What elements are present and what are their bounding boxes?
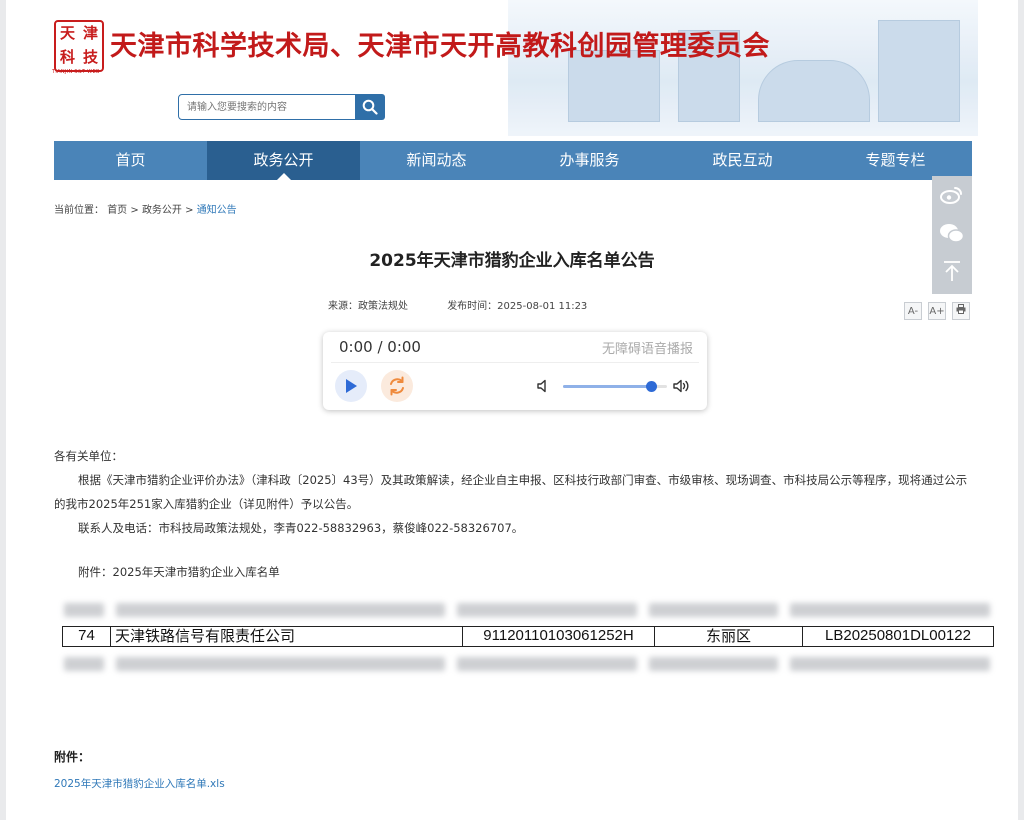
attachment-download-link[interactable]: 2025年天津市猎豹企业入库名单.xls — [54, 776, 225, 791]
cell-number: 74 — [63, 627, 111, 646]
player-divider — [331, 362, 699, 363]
main-nav: 首页 政务公开 新闻动态 办事服务 政民互动 专题专栏 — [54, 141, 972, 180]
print-icon — [956, 304, 966, 314]
breadcrumb-home-link[interactable]: 首页 — [107, 205, 127, 216]
body-paragraph: 根据《天津市猎豹企业评价办法》（津科政〔2025〕43号）及其政策解读，经企业自… — [54, 473, 968, 511]
font-increase-button[interactable]: A+ — [928, 302, 946, 320]
breadcrumb-separator: > — [185, 205, 197, 216]
page: 天 津 科 技 TIANJIN S&T WEB 天津市科学技术局、天津市天开高教… — [6, 0, 1018, 820]
nav-item-government-affairs[interactable]: 政务公开 — [207, 141, 360, 180]
weibo-icon — [940, 187, 962, 204]
breadcrumb-separator: > — [130, 205, 142, 216]
site-logo[interactable]: 天 津 科 技 — [54, 20, 104, 72]
cell-registry-id: LB20250801DL00122 — [825, 627, 971, 644]
nav-item-news[interactable]: 新闻动态 — [360, 141, 513, 180]
loop-button[interactable] — [381, 370, 413, 402]
article-meta: 来源：政策法规处 发布时间：2025-08-01 11:23 — [328, 297, 587, 312]
contact-paragraph: 联系人及电话：市科技局政策法规处，李青022-58832963，蔡俊峰022-5… — [78, 521, 524, 535]
volume-high-icon[interactable] — [673, 378, 691, 397]
logo-char: 津 — [82, 24, 98, 42]
article-publish-time: 发布时间：2025-08-01 11:23 — [447, 301, 588, 312]
article-source: 来源：政策法规处 — [328, 301, 408, 312]
logo-caption: TIANJIN S&T WEB — [52, 69, 100, 75]
logo-char: 天 — [59, 24, 75, 42]
player-time: 0:00 / 0:00 — [339, 338, 421, 356]
breadcrumb-current-link[interactable]: 通知公告 — [197, 205, 237, 216]
blurred-row — [58, 598, 996, 622]
blurred-row — [58, 652, 996, 676]
print-button[interactable] — [952, 302, 970, 320]
logo-char: 科 — [59, 48, 75, 66]
logo-char: 技 — [82, 48, 98, 66]
nav-item-services[interactable]: 办事服务 — [513, 141, 666, 180]
attachment-mention: 附件：2025年天津市猎豹企业入库名单 — [78, 565, 280, 579]
volume-low-icon[interactable] — [537, 378, 551, 397]
table-row: 74 天津铁路信号有限责任公司 91120110103061252H 东丽区 L… — [62, 626, 994, 647]
header-banner-image — [508, 0, 978, 136]
site-header: 天 津 科 技 TIANJIN S&T WEB 天津市科学技术局、天津市天开高教… — [6, 0, 1018, 140]
weibo-share-button[interactable] — [932, 176, 972, 214]
breadcrumb: 当前位置： 首页 > 政务公开 > 通知公告 — [54, 201, 237, 216]
wechat-icon — [940, 224, 965, 243]
search-icon — [362, 99, 378, 115]
player-label: 无障碍语音播报 — [601, 342, 693, 357]
font-tools: A- A+ — [904, 302, 970, 320]
attachment-heading: 附件： — [54, 750, 91, 764]
font-decrease-button[interactable]: A- — [904, 302, 922, 320]
breadcrumb-prefix: 当前位置： — [54, 205, 104, 216]
volume-slider-handle[interactable] — [646, 381, 658, 392]
nav-item-special-topics[interactable]: 专题专栏 — [819, 141, 972, 180]
search-box — [178, 94, 385, 120]
audio-player: 0:00 / 0:00 无障碍语音播报 — [323, 332, 707, 410]
cell-district: 东丽区 — [655, 627, 803, 646]
play-icon — [346, 379, 357, 393]
cell-credit-code: 91120110103061252H — [463, 627, 655, 646]
search-input[interactable] — [179, 96, 355, 118]
company-table-excerpt: 74 天津铁路信号有限责任公司 91120110103061252H 东丽区 L… — [58, 596, 996, 678]
cell-company-name: 天津铁路信号有限责任公司 — [111, 627, 463, 646]
site-title: 天津市科学技术局、天津市天开高教科创园管理委员会 — [110, 31, 770, 62]
loop-icon — [390, 376, 404, 396]
search-button[interactable] — [354, 94, 385, 120]
volume-slider[interactable] — [563, 381, 667, 392]
article-body: 各有关单位： 根据《天津市猎豹企业评价办法》（津科政〔2025〕43号）及其政策… — [54, 444, 978, 540]
breadcrumb-section-link[interactable]: 政务公开 — [142, 205, 182, 216]
nav-item-home[interactable]: 首页 — [54, 141, 207, 180]
nav-item-interaction[interactable]: 政民互动 — [666, 141, 819, 180]
article-title: 2025年天津市猎豹企业入库名单公告 — [369, 251, 655, 271]
play-button[interactable] — [335, 370, 367, 402]
share-bar — [932, 176, 972, 294]
volume-slider-fill — [563, 385, 652, 388]
greeting: 各有关单位： — [54, 449, 123, 463]
